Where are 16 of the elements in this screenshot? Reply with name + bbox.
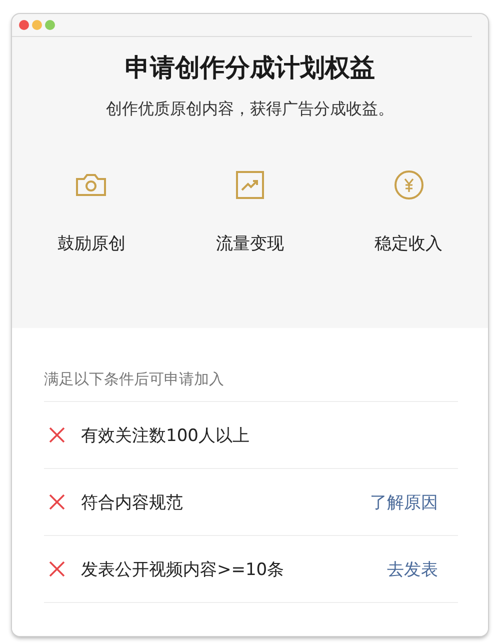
- conditions-heading: 满足以下条件后可申请加入: [44, 328, 458, 402]
- action-link[interactable]: 去发表: [387, 558, 438, 580]
- benefit-label: 鼓励原创: [57, 233, 126, 255]
- trend-chart-icon: [236, 170, 264, 200]
- subtitle: 创作优质原创内容，获得广告分成收益。: [106, 99, 394, 120]
- condition-text: 有效关注数100人以上: [81, 424, 250, 446]
- action-link[interactable]: 了解原因: [370, 490, 438, 514]
- minimize-button[interactable]: [32, 20, 42, 30]
- page-title: 申请创作分成计划权益: [125, 52, 375, 84]
- close-button[interactable]: [19, 20, 29, 30]
- condition-text: 发表公开视频内容>=10条: [81, 558, 286, 580]
- benefit-label: 稳定收入: [374, 233, 443, 255]
- condition-text: 符合内容规范: [81, 492, 184, 514]
- benefit-label: 流量变现: [216, 233, 284, 255]
- zoom-button[interactable]: [45, 20, 55, 30]
- yen-coin-icon: [394, 170, 424, 200]
